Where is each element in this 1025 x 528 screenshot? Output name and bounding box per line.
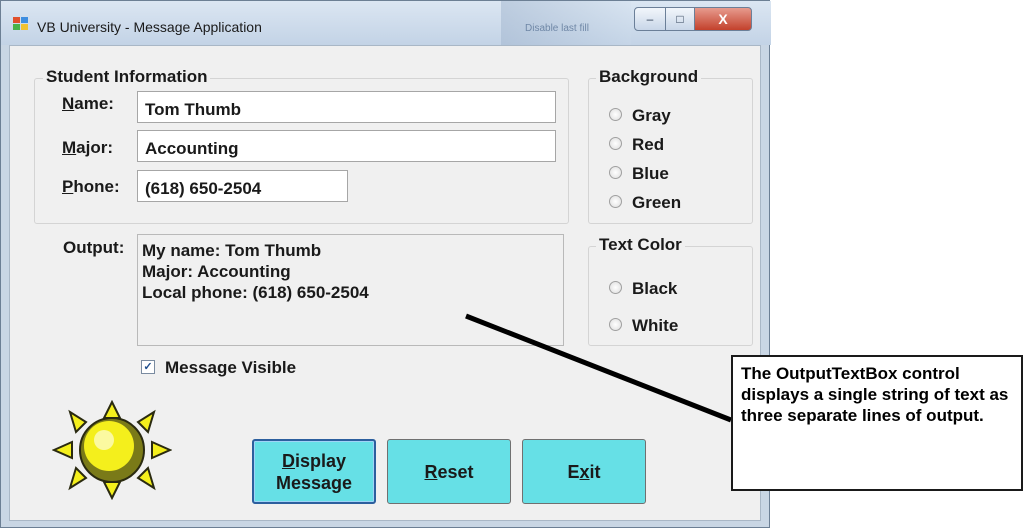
radio-icon (609, 108, 622, 122)
name-textbox[interactable]: Tom Thumb (137, 91, 556, 123)
background-legend: Background (596, 67, 702, 87)
phone-label: Phone: (62, 177, 120, 196)
output-line-3: Local phone: (618) 650-2504 (142, 283, 369, 302)
callout-box: The OutputTextBox control displays a sin… (731, 355, 1023, 491)
app-icon[interactable] (13, 17, 29, 31)
radio-gray[interactable]: Gray (609, 106, 671, 126)
window-title: VB University - Message Application (37, 19, 262, 35)
radio-blue[interactable]: Blue (609, 164, 669, 184)
text-color-legend: Text Color (596, 235, 685, 255)
major-label: Major: (62, 138, 114, 157)
title-bar[interactable]: VB University - Message Application Disa… (1, 1, 771, 45)
student-information-legend: Student Information (43, 67, 211, 87)
sun-icon (52, 400, 172, 500)
minimize-button[interactable]: – (634, 7, 666, 31)
radio-black[interactable]: Black (609, 279, 677, 299)
close-button[interactable]: X (694, 7, 752, 31)
name-label: Name: (62, 94, 114, 113)
message-visible-checkbox[interactable]: ✓ Message Visible (141, 358, 296, 378)
exit-button[interactable]: Exit (522, 439, 646, 504)
output-line-2: Major: Accounting (142, 262, 291, 281)
message-visible-label: Message Visible (165, 358, 297, 377)
radio-white[interactable]: White (609, 316, 678, 336)
ghost-text: Disable last fill (525, 23, 589, 34)
maximize-button[interactable]: □ (665, 7, 695, 31)
radio-icon (609, 318, 622, 332)
phone-textbox[interactable]: (618) 650-2504 (137, 170, 348, 202)
radio-icon (609, 195, 622, 209)
display-message-button[interactable]: Display Message (252, 439, 376, 504)
radio-icon (609, 281, 622, 295)
radio-icon (609, 166, 622, 180)
checkbox-icon: ✓ (141, 359, 155, 374)
reset-button[interactable]: Reset (387, 439, 511, 504)
output-textbox[interactable]: My name: Tom Thumb Major: Accounting Loc… (137, 234, 564, 346)
caption-buttons: – □ X (634, 7, 754, 33)
radio-icon (609, 137, 622, 151)
background-window-ghost: Disable last fill (501, 1, 631, 45)
radio-red[interactable]: Red (609, 135, 664, 155)
radio-green[interactable]: Green (609, 193, 681, 213)
output-label: Output: (63, 238, 125, 257)
major-textbox[interactable]: Accounting (137, 130, 556, 162)
output-line-1: My name: Tom Thumb (142, 241, 322, 260)
